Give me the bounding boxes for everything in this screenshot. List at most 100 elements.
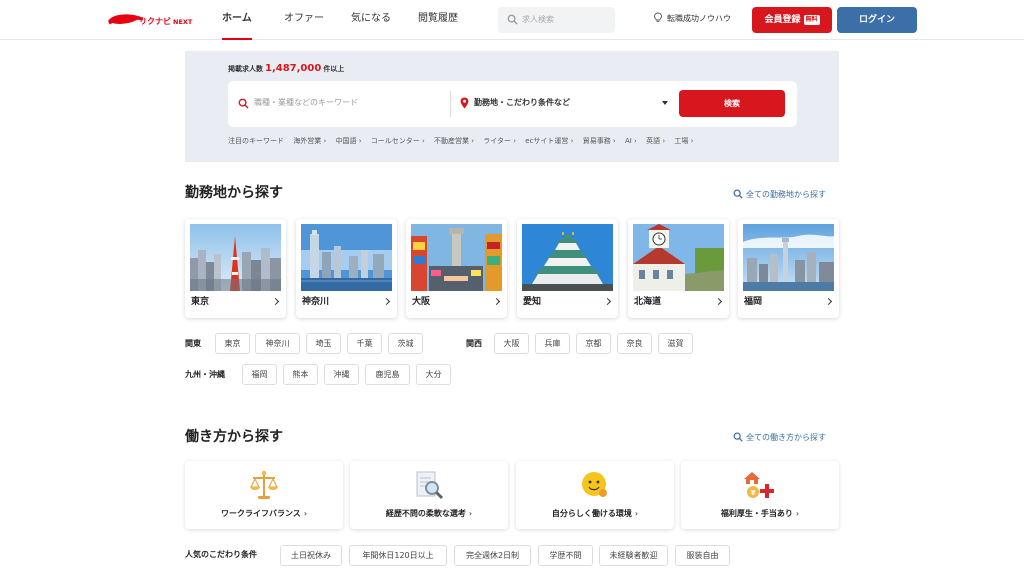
area-card-label: 福岡 (744, 297, 763, 307)
prefecture-tag[interactable]: 京都 (576, 333, 611, 354)
chevron-right-icon (382, 297, 391, 306)
nav-home-label: ホーム (222, 13, 252, 24)
keyword-link[interactable]: 海外営業 › (293, 137, 326, 145)
keyword-link[interactable]: ライター › (483, 137, 516, 145)
work-card-label: ワークライフバランス › (185, 508, 343, 520)
condition-tag[interactable]: 完全週休2日制 (454, 545, 531, 566)
chevron-down-icon (662, 101, 668, 105)
condition-tag[interactable]: 未経験者歓迎 (599, 545, 668, 566)
popular-conditions-label: 人気のこだわり条件 (185, 550, 257, 559)
nav-home[interactable]: ホーム (222, 0, 252, 40)
chevron-right-icon: › (795, 509, 800, 518)
osaka-street-image (411, 224, 502, 291)
all-work-styles-link[interactable]: 全ての働き方から探す (733, 432, 826, 444)
keyword-link[interactable]: 貿易事務 › (583, 137, 616, 145)
work-card-be-yourself[interactable]: 自分らしく働ける環境 › (516, 461, 674, 529)
prefecture-tag[interactable]: 埼玉 (306, 333, 341, 354)
search-icon (733, 432, 743, 442)
prefecture-tag[interactable]: 茨城 (388, 333, 423, 354)
free-badge: 無料 (803, 15, 820, 25)
keyword-link[interactable]: ecサイト運営 › (525, 137, 573, 145)
keyword-link[interactable]: 工場 › (674, 137, 693, 145)
prefecture-tag[interactable]: 大分 (416, 364, 451, 385)
keyword-link[interactable]: コールセンター › (371, 137, 425, 145)
area-card-osaka[interactable]: 大阪 (406, 219, 507, 318)
prefecture-tag[interactable]: 神奈川 (255, 333, 300, 354)
prefecture-tag[interactable]: 福岡 (242, 364, 277, 385)
keyword-link[interactable]: 英語 › (646, 137, 665, 145)
prefecture-tag[interactable]: 大阪 (494, 333, 529, 354)
work-card-welfare-benefits[interactable]: ¥ 福利厚生・手当あり › (681, 461, 839, 529)
keyword-link[interactable]: AI › (625, 137, 637, 145)
work-card-title: ワークライフバランス (220, 509, 301, 518)
prefecture-tag[interactable]: 奈良 (617, 333, 652, 354)
site-header: リクナビ NEXT ホーム オファー 気になる 閲覧履歴 求人検索 転職成功ノウ… (0, 0, 1024, 40)
nav-active-indicator (222, 38, 252, 40)
area-card-label: 神奈川 (302, 297, 330, 307)
document-magnifier-icon (416, 471, 444, 500)
chevron-right-icon (824, 297, 833, 306)
keyword-link[interactable]: 中国語 › (336, 137, 362, 145)
area-card-tokyo[interactable]: 東京 (185, 219, 286, 318)
region-label-kanto: 関東 (185, 339, 201, 348)
condition-tag[interactable]: 服装自由 (675, 545, 730, 566)
kanagawa-skyline-image (301, 224, 392, 291)
login-button[interactable]: ログイン (837, 7, 917, 33)
keyword-input[interactable]: 職種・業種などのキーワード (228, 81, 450, 127)
prefecture-tag[interactable]: 兵庫 (535, 333, 570, 354)
nav-history[interactable]: 閲覧履歴 (418, 0, 458, 40)
trending-keywords: 注目のキーワード 海外営業 › 中国語 › コールセンター › 不動産営業 › … (228, 135, 700, 147)
work-card-flexible-selection[interactable]: 経歴不問の柔軟な選考 › (350, 461, 508, 529)
work-card-work-life-balance[interactable]: ワークライフバランス › (185, 461, 343, 529)
location-select[interactable]: 勤務地・こだわり条件など (458, 81, 668, 127)
job-search-panel: 掲載求人数 1,487,000 件以上 職種・業種などのキーワード 勤務地・こだわり… (185, 51, 839, 162)
condition-tag[interactable]: 学歴不問 (538, 545, 593, 566)
prefecture-tag[interactable]: 沖縄 (324, 364, 359, 385)
search-icon (238, 98, 249, 109)
area-card-fukuoka[interactable]: 福岡 (738, 219, 839, 318)
prefecture-tag[interactable]: 鹿児島 (365, 364, 410, 385)
svg-text:¥: ¥ (751, 489, 756, 497)
chevron-right-icon (492, 297, 501, 306)
tokyo-skyline-image (190, 224, 281, 291)
register-button[interactable]: 会員登録 無料 (752, 7, 832, 33)
balance-scale-icon (250, 470, 278, 499)
prefecture-tag[interactable]: 千葉 (347, 333, 382, 354)
condition-tag[interactable]: 年間休日120日以上 (349, 545, 447, 566)
prefecture-tag[interactable]: 熊本 (283, 364, 318, 385)
nagoya-castle-image (522, 224, 613, 291)
area-card-aichi[interactable]: 愛知 (517, 219, 618, 318)
trending-keywords-label: 注目のキーワード (228, 137, 284, 145)
work-card-label: 経歴不問の柔軟な選考 › (350, 508, 508, 520)
fukuoka-skyline-image (743, 224, 834, 291)
header-search-input[interactable]: 求人検索 (498, 7, 615, 33)
job-count: 掲載求人数 1,487,000 件以上 (228, 63, 344, 75)
job-count-prefix: 掲載求人数 (228, 65, 263, 73)
chevron-right-icon (271, 297, 280, 306)
nav-offer[interactable]: オファー (284, 0, 324, 40)
chevron-right-icon: › (634, 509, 639, 518)
prefecture-tag[interactable]: 滋賀 (658, 333, 693, 354)
chevron-right-icon (603, 297, 612, 306)
area-card-label: 愛知 (523, 297, 542, 307)
area-card-hokkaido[interactable]: 北海道 (628, 219, 729, 318)
region-label-kansai: 関西 (466, 339, 482, 348)
all-areas-link[interactable]: 全ての勤務地から探す (733, 189, 826, 201)
knowhow-link[interactable]: 転職成功ノウハウ (653, 0, 731, 40)
job-count-number: 1,487,000 (265, 63, 322, 74)
search-box: 職種・業種などのキーワード 勤務地・こだわり条件など 検索 (228, 81, 797, 127)
prefecture-tag[interactable]: 東京 (215, 333, 250, 354)
condition-tag[interactable]: 土日祝休み (280, 545, 342, 566)
location-pin-icon (460, 97, 469, 109)
region-label-kyushu: 九州・沖縄 (185, 370, 225, 379)
area-card-kanagawa[interactable]: 神奈川 (296, 219, 397, 318)
rikunabi-next-logo[interactable]: リクナビ NEXT (107, 11, 195, 29)
area-card-label: 北海道 (634, 297, 662, 307)
welfare-benefits-icon: ¥ (744, 472, 774, 498)
keyword-link[interactable]: 不動産営業 › (434, 137, 474, 145)
search-button[interactable]: 検索 (679, 90, 785, 117)
header-search-placeholder: 求人検索 (522, 15, 554, 24)
all-areas-label: 全ての勤務地から探す (746, 190, 826, 199)
area-card-label: 大阪 (412, 297, 431, 307)
nav-favorites[interactable]: 気になる (351, 0, 391, 40)
